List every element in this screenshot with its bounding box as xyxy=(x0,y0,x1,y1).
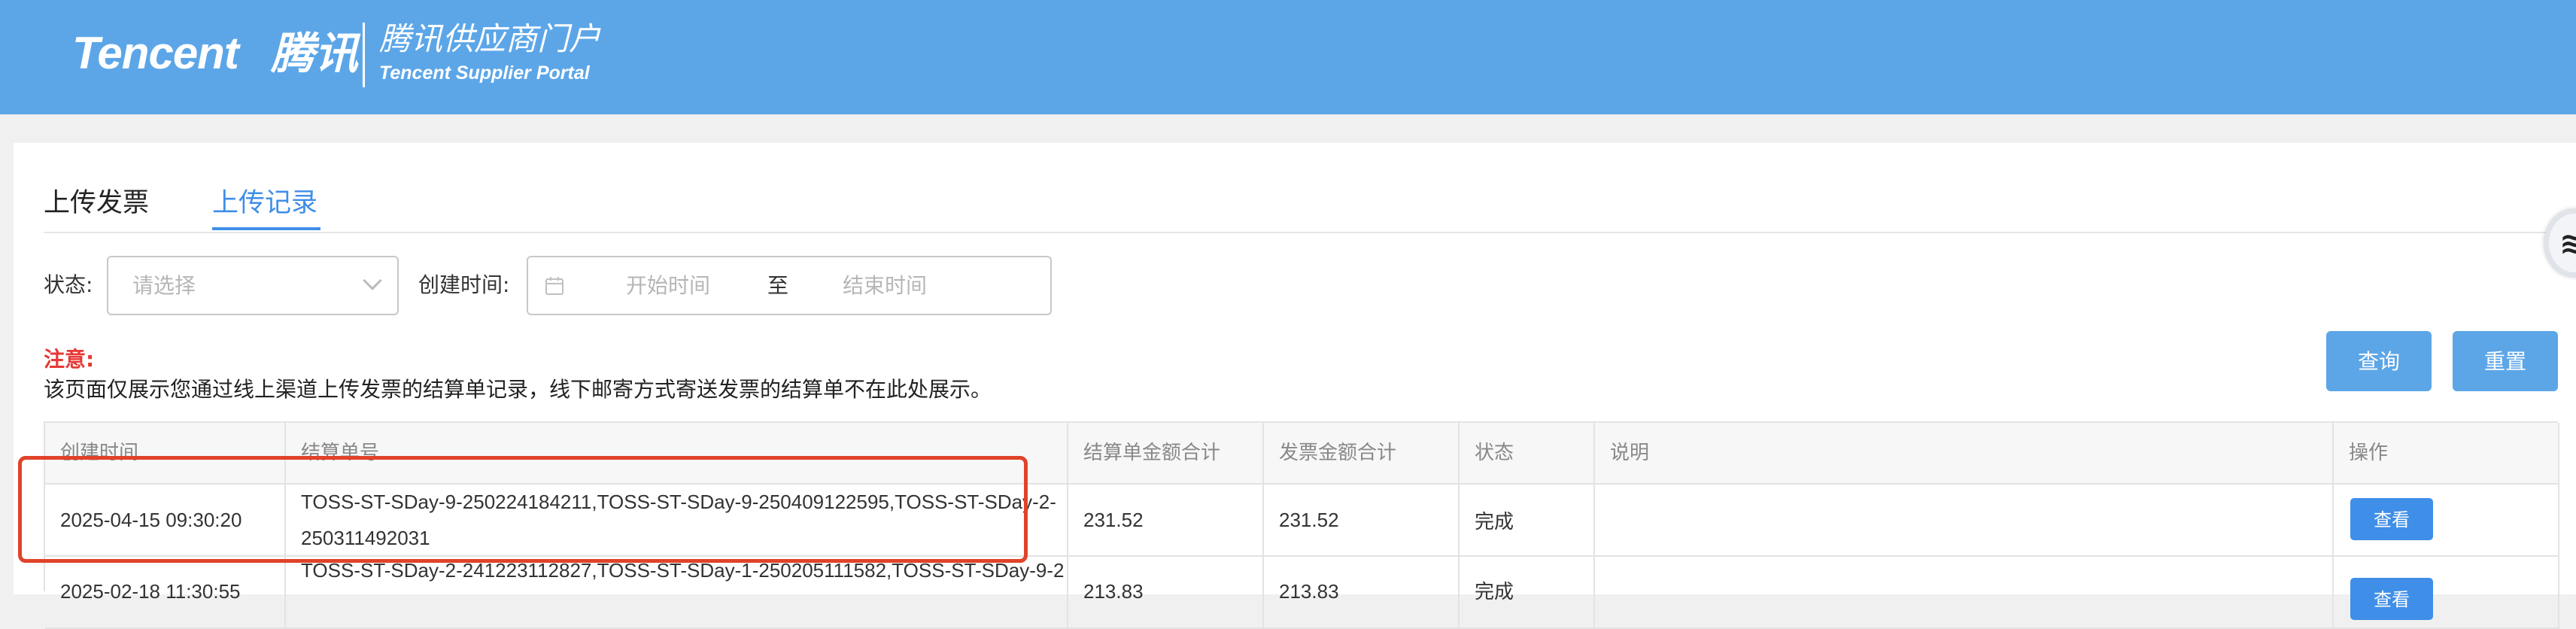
portal-title-en: Tencent Supplier Portal xyxy=(379,62,590,84)
row1-settlement-total: 231.52 xyxy=(1068,485,1264,557)
start-date-input[interactable]: 开始时间 xyxy=(626,272,710,299)
row2-settlement-total: 213.83 xyxy=(1068,557,1264,629)
tab-upload-invoice[interactable]: 上传发票 xyxy=(44,187,149,220)
row2-action-cell: 查看 xyxy=(2334,557,2559,629)
end-date-input[interactable]: 结束时间 xyxy=(843,272,927,299)
active-tab-indicator xyxy=(212,227,320,230)
created-date-range-picker[interactable]: 开始时间 至 结束时间 xyxy=(527,256,1052,315)
reset-button[interactable]: 重置 xyxy=(2453,331,2558,391)
column-header-settlement-no: 结算单号 xyxy=(286,423,1068,485)
row2-invoice-total: 213.83 xyxy=(1264,557,1460,629)
row1-created-time: 2025-04-15 09:30:20 xyxy=(45,485,286,557)
row2-status-text: 完成 xyxy=(1475,580,1514,603)
tabs-divider xyxy=(44,232,2576,233)
notice-text: 该页面仅展示您通过线上渠道上传发票的结算单记录，线下邮寄方式寄送发票的结算单不在… xyxy=(44,377,992,402)
portal-title-cn: 腾讯供应商门户 xyxy=(379,20,601,57)
chevron-down-icon xyxy=(363,271,382,290)
row1-settlement-no-text: TOSS-ST-SDay-9-250224184211,TOSS-ST-SDay… xyxy=(301,491,1056,549)
upload-records-table: 创建时间 结算单号 结算单金额合计 发票金额合计 状态 说明 操作 2025-0… xyxy=(44,421,2559,629)
status-select[interactable]: 请选择 xyxy=(107,256,399,315)
row1-note xyxy=(1595,485,2334,557)
row2-view-button[interactable]: 查看 xyxy=(2350,578,2433,620)
column-header-note: 说明 xyxy=(1595,423,2334,485)
row2-status: 完成 xyxy=(1460,557,1595,629)
tab-upload-records[interactable]: 上传记录 xyxy=(212,187,317,220)
tencent-logo-en: Tencent xyxy=(72,28,239,78)
notice-title: 注意: xyxy=(44,347,95,372)
row2-settlement-no-text: TOSS-ST-SDay-2-241223112827,TOSS-ST-SDay… xyxy=(301,559,1065,582)
row2-settlement-no: TOSS-ST-SDay-2-241223112827,TOSS-ST-SDay… xyxy=(286,557,1068,629)
column-header-action: 操作 xyxy=(2334,423,2559,485)
row1-invoice-total: 231.52 xyxy=(1264,485,1460,557)
row1-action-cell: 查看 xyxy=(2334,485,2559,557)
row2-settlement-total-text: 213.83 xyxy=(1083,580,1144,603)
query-button[interactable]: 查询 xyxy=(2326,331,2432,391)
column-header-status: 状态 xyxy=(1460,423,1595,485)
row1-view-button[interactable]: 查看 xyxy=(2350,498,2433,540)
row2-note xyxy=(1595,557,2334,629)
logo-divider xyxy=(363,23,365,87)
row2-created-time-text: 2025-02-18 11:30:55 xyxy=(60,580,241,603)
tencent-logo-cn: 腾讯 xyxy=(271,28,359,79)
created-time-filter-label: 创建时间: xyxy=(418,272,510,297)
row2-created-time: 2025-02-18 11:30:55 xyxy=(45,557,286,629)
column-header-created-time: 创建时间 xyxy=(45,423,286,485)
row1-status: 完成 xyxy=(1460,485,1595,557)
assistant-glyph-icon: ≋ xyxy=(2559,227,2576,260)
status-filter-label: 状态: xyxy=(44,272,93,297)
status-select-placeholder: 请选择 xyxy=(132,273,196,298)
column-header-invoice-total: 发票金额合计 xyxy=(1264,423,1460,485)
column-header-settlement-total: 结算单金额合计 xyxy=(1068,423,1264,485)
top-header-bar: Tencent 腾讯 腾讯供应商门户 Tencent Supplier Port… xyxy=(0,0,2576,114)
row2-invoice-total-text: 213.83 xyxy=(1279,580,1339,603)
date-range-separator: 至 xyxy=(767,273,789,298)
calendar-icon xyxy=(545,277,564,295)
row1-settlement-no: TOSS-ST-SDay-9-250224184211,TOSS-ST-SDay… xyxy=(286,485,1068,557)
